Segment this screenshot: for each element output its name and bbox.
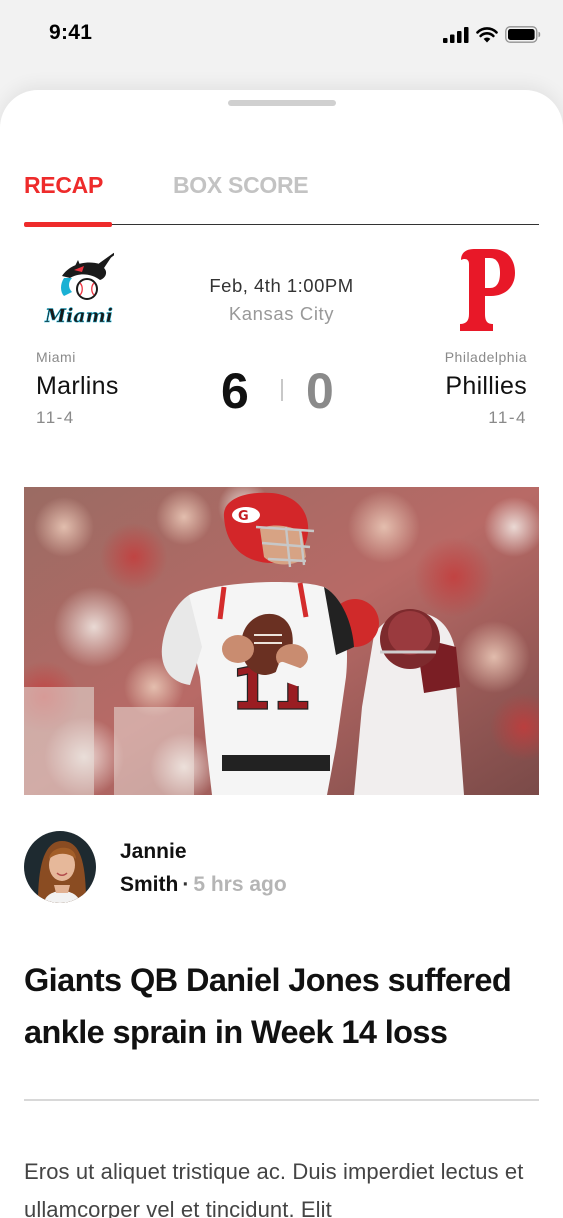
meta-separator: · <box>182 873 190 896</box>
tab-recap[interactable]: RECAP <box>24 172 103 199</box>
status-time: 9:41 <box>49 21 93 44</box>
author-first-name[interactable]: Jannie <box>120 840 187 864</box>
home-score: 6 <box>221 363 249 419</box>
article-hero-image[interactable]: 11 G <box>24 487 539 795</box>
away-team-record: 11-4 <box>488 408 527 427</box>
tab-box-score[interactable]: BOX SCORE <box>173 172 309 199</box>
home-team-name[interactable]: Marlins <box>36 372 119 401</box>
sheet-grabber[interactable] <box>228 100 336 106</box>
marlins-logo: Miami <box>44 252 114 326</box>
author-meta-line: Smith · 5 hrs ago <box>120 873 287 897</box>
game-venue: Kansas City <box>228 303 335 324</box>
status-bar: 9:41 <box>0 0 563 70</box>
tab-bar: RECAP BOX SCORE <box>24 172 539 227</box>
away-team-name[interactable]: Phillies <box>445 372 527 401</box>
away-score: 0 <box>306 363 334 419</box>
article-headline: Giants QB Daniel Jones suffered ankle sp… <box>24 962 512 1050</box>
game-date: Feb, 4th 1:00PM <box>209 275 354 296</box>
svg-text:Miami: Miami <box>44 305 113 326</box>
author-photo <box>24 831 96 903</box>
game-detail-sheet: RECAP BOX SCORE Miami Feb, 4th 1:00PM Ka… <box>0 90 563 1218</box>
score-separator <box>281 379 283 401</box>
phillies-logo <box>460 249 515 331</box>
wifi-icon <box>476 26 498 42</box>
game-summary: Miami Feb, 4th 1:00PM Kansas City Miami … <box>24 240 539 440</box>
cellular-signal-icon <box>443 26 469 43</box>
active-tab-indicator <box>24 222 112 227</box>
svg-text:G: G <box>238 509 249 524</box>
away-city: Philadelphia <box>444 349 527 365</box>
home-team-record: 11-4 <box>36 408 75 427</box>
battery-icon <box>505 26 541 43</box>
author-avatar[interactable] <box>24 831 96 903</box>
publish-time: 5 hrs ago <box>193 873 287 896</box>
article-author: Jannie Smith · 5 hrs ago <box>24 831 539 903</box>
home-city: Miami <box>36 349 76 365</box>
author-last-name[interactable]: Smith <box>120 873 178 896</box>
article-body: Eros ut aliquet tristique ac. Duis imper… <box>24 1159 524 1218</box>
status-icons <box>443 26 541 43</box>
football-quarterback-photo: 11 G <box>24 487 539 795</box>
article-divider <box>24 1099 539 1101</box>
